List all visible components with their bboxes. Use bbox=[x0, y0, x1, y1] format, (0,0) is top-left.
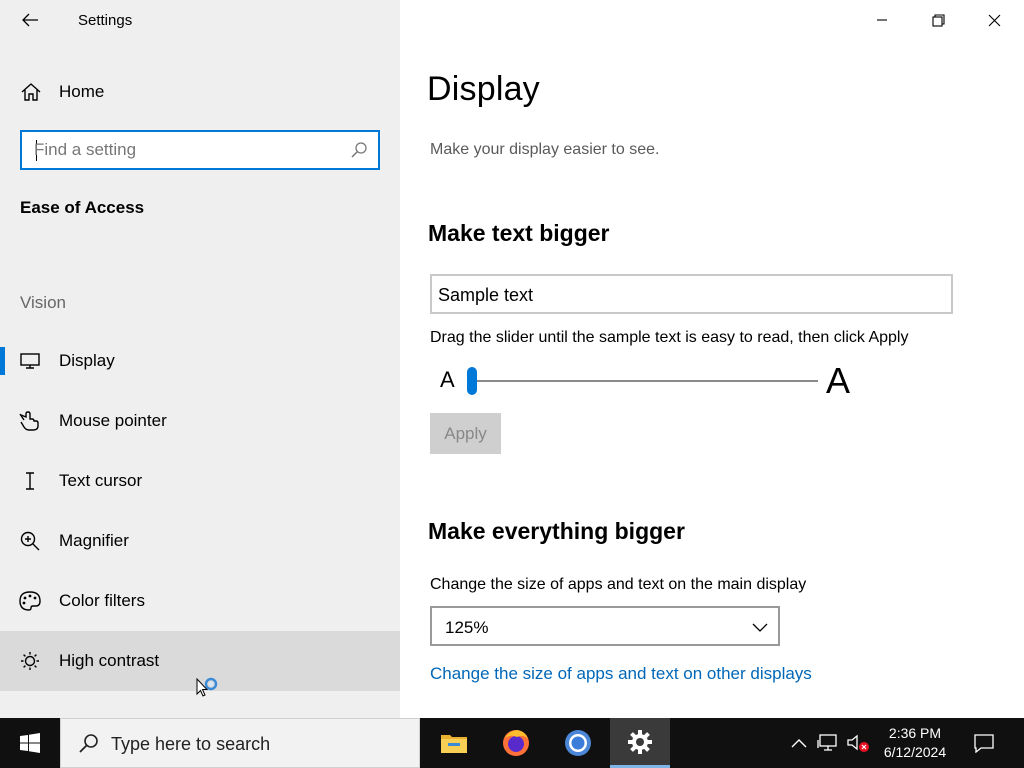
minimize-button[interactable] bbox=[854, 0, 910, 40]
scale-dropdown[interactable]: 125% bbox=[430, 606, 780, 646]
scale-value: 125% bbox=[445, 618, 489, 637]
taskbar-firefox[interactable] bbox=[486, 718, 546, 768]
text-cursor-icon bbox=[26, 472, 34, 490]
page-subtitle: Make your display easier to see. bbox=[430, 141, 660, 158]
slider-min-label: A bbox=[440, 367, 455, 392]
volume-muted-icon bbox=[847, 734, 869, 752]
start-button[interactable] bbox=[0, 718, 60, 768]
section-title: Ease of Access bbox=[20, 198, 145, 217]
high-contrast-icon bbox=[21, 652, 39, 670]
taskbar-search[interactable]: Type here to search bbox=[60, 718, 420, 768]
taskbar-file-explorer[interactable] bbox=[424, 718, 484, 768]
home-icon bbox=[21, 83, 41, 101]
taskbar-search-text: Type here to search bbox=[111, 734, 271, 754]
chrome-icon bbox=[565, 730, 591, 756]
other-displays-link[interactable]: Change the size of apps and text on othe… bbox=[430, 664, 812, 684]
chevron-up-icon bbox=[791, 739, 807, 748]
color-filters-icon bbox=[19, 591, 41, 611]
firefox-icon bbox=[503, 730, 529, 756]
sidebar-item-label: High contrast bbox=[59, 651, 160, 670]
slider-max-label: A bbox=[826, 360, 851, 401]
group-label: Vision bbox=[20, 293, 66, 312]
sidebar-item-display[interactable]: Display bbox=[0, 331, 400, 391]
settings-sidebar: Settings Home Ease of Access Vision Disp… bbox=[0, 0, 400, 718]
sidebar-item-label: Home bbox=[59, 82, 105, 101]
clock-date: 6/12/2024 bbox=[883, 744, 947, 760]
search-icon bbox=[79, 734, 98, 753]
busy-cursor-icon bbox=[196, 677, 218, 697]
back-arrow-icon bbox=[22, 13, 38, 27]
sidebar-item-label: Text cursor bbox=[59, 471, 143, 490]
text-size-slider[interactable]: A A bbox=[430, 360, 860, 401]
page-title: Display bbox=[427, 70, 540, 108]
sidebar-item-label: Display bbox=[59, 351, 115, 370]
network-icon bbox=[817, 734, 837, 751]
section-heading-text-bigger: Make text bigger bbox=[428, 220, 610, 246]
action-center-button[interactable] bbox=[966, 718, 1002, 768]
network-button[interactable] bbox=[814, 718, 842, 768]
settings-icon bbox=[628, 729, 652, 754]
clock-time: 2:36 PM bbox=[888, 725, 942, 741]
search-input[interactable] bbox=[34, 138, 334, 162]
magnifier-icon bbox=[20, 531, 40, 551]
restore-button[interactable] bbox=[910, 0, 966, 40]
scale-label: Change the size of apps and text on the … bbox=[430, 576, 807, 593]
minimize-icon bbox=[877, 19, 887, 21]
taskbar: Type here to search 2:36 PM 6/12/2024 bbox=[0, 718, 1024, 768]
close-icon bbox=[988, 14, 1000, 26]
file-explorer-icon bbox=[441, 735, 467, 753]
narrator-icon bbox=[18, 710, 42, 718]
close-button[interactable] bbox=[966, 0, 1022, 40]
chevron-down-icon bbox=[752, 623, 768, 632]
selection-indicator bbox=[0, 347, 5, 375]
sidebar-item-label: Mouse pointer bbox=[59, 411, 167, 430]
settings-content: Display Make your display easier to see.… bbox=[400, 0, 1024, 718]
taskbar-clock[interactable]: 2:36 PM 6/12/2024 bbox=[872, 724, 958, 762]
sidebar-item-home[interactable]: Home bbox=[0, 70, 400, 114]
restore-icon bbox=[931, 13, 945, 27]
window-title: Settings bbox=[78, 12, 133, 29]
slider-track[interactable] bbox=[472, 380, 818, 382]
notification-icon bbox=[974, 734, 994, 753]
monitor-icon bbox=[20, 353, 40, 369]
sidebar-item-mouse-pointer[interactable]: Mouse pointer bbox=[0, 391, 400, 451]
sidebar-item-text-cursor[interactable]: Text cursor bbox=[0, 451, 400, 511]
back-button[interactable] bbox=[16, 6, 44, 34]
sample-text-box: Sample text bbox=[430, 274, 953, 314]
taskbar-settings[interactable] bbox=[610, 718, 670, 768]
sidebar-item-color-filters[interactable]: Color filters bbox=[0, 571, 400, 631]
mouse-pointer-icon bbox=[19, 411, 39, 431]
sidebar-item-label: Magnifier bbox=[59, 531, 129, 550]
search-box[interactable] bbox=[20, 130, 380, 170]
search-icon[interactable] bbox=[350, 141, 368, 159]
sidebar-item-label: Color filters bbox=[59, 591, 145, 610]
section-heading-everything-bigger: Make everything bigger bbox=[428, 518, 685, 544]
tray-overflow-button[interactable] bbox=[786, 718, 812, 768]
volume-button[interactable] bbox=[844, 718, 872, 768]
windows-logo-icon bbox=[20, 733, 40, 753]
apply-button[interactable]: Apply bbox=[430, 413, 501, 454]
slider-thumb[interactable] bbox=[467, 367, 477, 395]
sample-text: Sample text bbox=[438, 285, 534, 305]
taskbar-chrome[interactable] bbox=[548, 718, 608, 768]
slider-instruction: Drag the slider until the sample text is… bbox=[430, 329, 909, 346]
sidebar-item-magnifier[interactable]: Magnifier bbox=[0, 511, 400, 571]
